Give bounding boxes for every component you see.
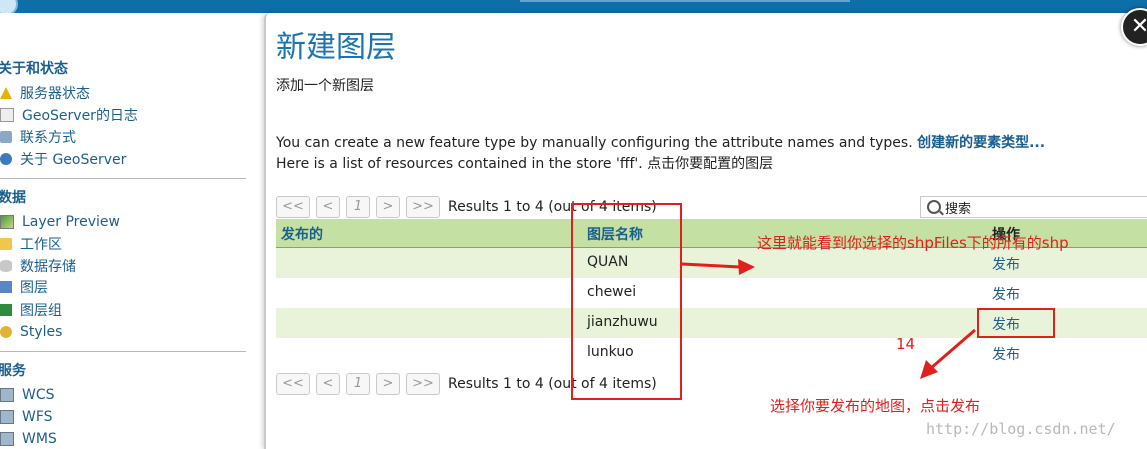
annotation-note-publish: 选择你要发布的地图，点击发布 — [770, 397, 981, 415]
table-row: lunkuo 发布 — [276, 338, 1147, 368]
description-create-feature: You can create a new feature type by man… — [276, 135, 1046, 151]
document-icon — [0, 108, 14, 122]
publish-link[interactable]: 发布 — [992, 284, 1020, 304]
publish-highlight-box — [977, 308, 1055, 338]
sidebar-item-layers[interactable]: 图层 — [0, 277, 48, 297]
page-number-button[interactable]: 1 — [346, 196, 370, 218]
window-title-strip — [520, 0, 850, 2]
sidebar-item-layer-groups[interactable]: 图层组 — [0, 300, 62, 320]
service-icon — [0, 432, 14, 446]
sidebar-section-services: 服务 — [0, 363, 26, 379]
first-page-button[interactable]: << — [276, 373, 310, 395]
sidebar-section-about: 关于和状态 — [0, 61, 68, 77]
sidebar-item-wfs[interactable]: WFS — [0, 407, 53, 427]
search-icon — [927, 200, 941, 214]
page-title: 新建图层 — [276, 30, 396, 65]
sidebar-item-logs[interactable]: GeoServer的日志 — [0, 105, 138, 125]
sidebar-item-workspaces[interactable]: 工作区 — [0, 234, 62, 254]
annotation-note-shp: 这里就能看到你选择的shpFiles下的所有的shp — [757, 234, 1069, 252]
sidebar-item-layer-preview[interactable]: Layer Preview — [0, 212, 120, 232]
sidebar-divider — [0, 351, 246, 352]
page-number-button[interactable]: 1 — [346, 373, 370, 395]
first-page-button[interactable]: << — [276, 196, 310, 218]
last-page-button[interactable]: >> — [406, 373, 440, 395]
prev-page-button[interactable]: < — [316, 196, 340, 218]
warning-icon — [0, 87, 12, 99]
sidebar-item-wms[interactable]: WMS — [0, 429, 57, 449]
service-icon — [0, 410, 14, 424]
last-page-button[interactable]: >> — [406, 196, 440, 218]
top-header-bar — [0, 0, 1147, 16]
contact-icon — [0, 131, 12, 143]
database-icon — [0, 260, 12, 272]
table-row: chewei 发布 — [276, 278, 1147, 308]
sidebar-divider — [0, 178, 246, 179]
watermark: http://blog.csdn.net/ — [926, 420, 1116, 438]
annotation-step-number: 14 — [896, 335, 916, 353]
style-icon — [0, 326, 12, 338]
next-page-button[interactable]: > — [376, 196, 400, 218]
publish-link[interactable]: 发布 — [992, 344, 1020, 364]
publish-link[interactable]: 发布 — [992, 254, 1020, 274]
create-feature-type-link[interactable]: 创建新的要素类型... — [917, 135, 1045, 151]
description-store-resources: Here is a list of resources contained in… — [276, 156, 774, 172]
search-placeholder: 搜索 — [945, 201, 972, 217]
layer-names-highlight-box — [571, 203, 682, 400]
sidebar-section-data: 数据 — [0, 190, 26, 206]
sidebar-item-contact[interactable]: 联系方式 — [0, 127, 76, 147]
sidebar-item-server-status[interactable]: 服务器状态 — [0, 83, 90, 103]
prev-page-button[interactable]: < — [316, 373, 340, 395]
layer-icon — [0, 281, 12, 293]
layer-group-icon — [0, 304, 12, 316]
sidebar: 关于和状态 服务器状态 GeoServer的日志 联系方式 关于 GeoServ… — [0, 13, 250, 449]
page-subtitle: 添加一个新图层 — [276, 78, 374, 94]
column-header-published[interactable]: 发布的 — [281, 224, 323, 244]
sidebar-item-styles[interactable]: Styles — [0, 322, 62, 342]
map-icon — [0, 215, 14, 229]
search-input[interactable]: 搜索 — [920, 196, 1147, 218]
sidebar-item-wcs[interactable]: WCS — [0, 385, 55, 405]
folder-icon — [0, 238, 12, 250]
service-icon — [0, 388, 14, 402]
next-page-button[interactable]: > — [376, 373, 400, 395]
sidebar-item-stores[interactable]: 数据存储 — [0, 256, 76, 276]
sidebar-item-about[interactable]: 关于 GeoServer — [0, 149, 126, 169]
globe-icon — [0, 153, 12, 165]
